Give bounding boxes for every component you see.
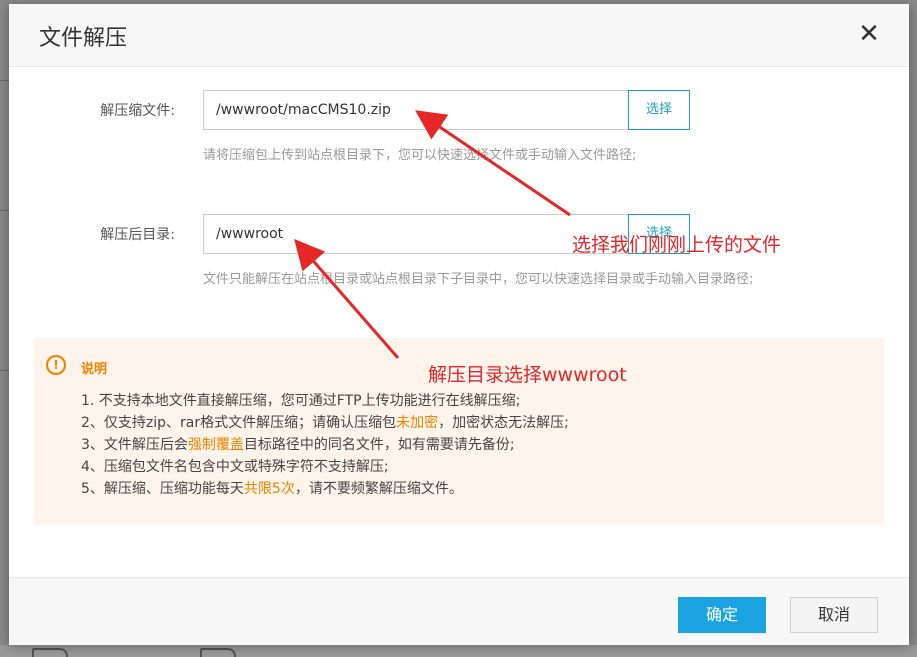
annotation-upload-note: 选择我们刚刚上传的文件 bbox=[572, 234, 782, 256]
notice-line-3: 3、文件解压后会强制覆盖目标路径中的同名文件，如有需要请先备份; bbox=[81, 434, 515, 454]
notice-highlight: 共限5次 bbox=[243, 481, 295, 497]
notice-highlight: 强制覆盖 bbox=[187, 437, 244, 453]
source-file-hint: 请将压缩包上传到站点根目录下，您可以快速选择文件或手动输入文件路径; bbox=[203, 148, 637, 163]
target-dir-label: 解压后目录: bbox=[100, 227, 175, 243]
notice-text: 3、文件解压后会 bbox=[81, 437, 188, 453]
unzip-dialog: 文件解压 ✕ 解压缩文件: /wwwroot/macCMS10.zip 选择 请… bbox=[9, 4, 909, 645]
annotation-dir-note: 解压目录选择wwwroot bbox=[428, 364, 627, 386]
notice-text: ，请不要频繁解压缩文件。 bbox=[294, 481, 463, 497]
notice-highlight: 未加密 bbox=[396, 415, 439, 431]
notice-text: 目标路径中的同名文件，如有需要请先备份; bbox=[243, 437, 515, 453]
confirm-button[interactable]: 确定 bbox=[678, 597, 766, 633]
source-select-button[interactable]: 选择 bbox=[628, 90, 690, 130]
close-icon[interactable]: ✕ bbox=[856, 21, 882, 47]
target-dir-hint: 文件只能解压在站点根目录或站点根目录下子目录中，您可以快速选择目录或手动输入目录… bbox=[203, 272, 754, 287]
notice-line-2: 2、仅支持zip、rar格式文件解压缩；请确认压缩包未加密，加密状态无法解压; bbox=[81, 412, 569, 432]
notice-text: 2、仅支持zip、rar格式文件解压缩；请确认压缩包 bbox=[81, 415, 397, 431]
target-dir-input[interactable]: /wwwroot bbox=[203, 214, 628, 254]
source-file-label: 解压缩文件: bbox=[100, 103, 175, 119]
notice-line-5: 5、解压缩、压缩功能每天共限5次，请不要频繁解压缩文件。 bbox=[81, 478, 463, 498]
background-file-icon bbox=[32, 648, 68, 657]
notice-text: 5、解压缩、压缩功能每天 bbox=[81, 481, 244, 497]
dialog-footer: 确定 取消 bbox=[9, 577, 909, 645]
notice-title: 说明 bbox=[81, 362, 108, 377]
dialog-title: 文件解压 bbox=[39, 26, 128, 51]
cancel-button[interactable]: 取消 bbox=[790, 597, 878, 633]
notice-line-4: 4、压缩包文件名包含中文或特殊字符不支持解压; bbox=[81, 459, 389, 475]
notice-text: ，加密状态无法解压; bbox=[438, 415, 569, 431]
alert-circle-icon: ! bbox=[46, 355, 66, 375]
background-file-icon bbox=[200, 648, 236, 657]
dialog-header: 文件解压 ✕ bbox=[9, 4, 909, 67]
background-strip bbox=[0, 645, 917, 657]
source-file-input[interactable]: /wwwroot/macCMS10.zip bbox=[203, 90, 628, 130]
notice-line-1: 1. 不支持本地文件直接解压缩，您可通过FTP上传功能进行在线解压缩; bbox=[81, 393, 521, 409]
